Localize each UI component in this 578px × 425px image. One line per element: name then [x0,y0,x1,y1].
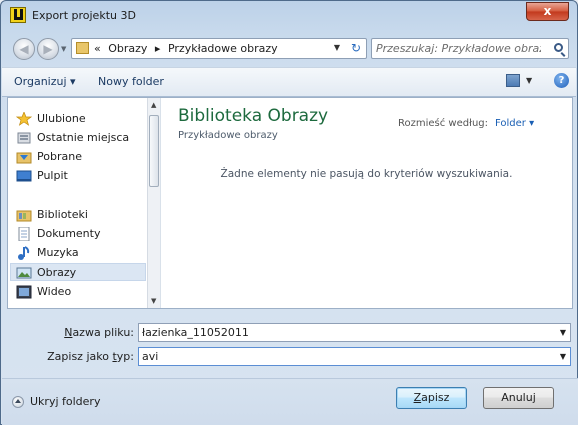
address-dropdown-icon[interactable]: ▼ [334,43,340,52]
video-icon [16,285,32,299]
arrange-by-dropdown[interactable]: Folder ▾ [495,118,534,129]
sidebar-item-libraries[interactable]: Biblioteki [16,206,146,224]
collapse-folders-icon[interactable] [12,396,24,408]
filetype-row: Zapisz jako typ: avi ▼ [1,347,578,367]
music-icon [16,246,32,260]
hide-folders-button[interactable]: Ukryj foldery [30,395,100,408]
arrange-by-label: Rozmieść według: [398,118,488,129]
dialog-footer: Ukryj foldery Zapisz Anuluj [2,378,578,425]
window-title: Export projektu 3D [32,9,136,22]
scroll-up-icon[interactable]: ▲ [151,101,156,109]
filetype-label: Zapisz jako typ: [47,350,134,363]
sidebar-item-downloads[interactable]: Pobrane [16,148,146,166]
breadcrumb-overflow[interactable]: « [94,42,101,55]
view-options-dropdown-icon[interactable]: ▼ [526,76,532,85]
sidebar-item-desktop[interactable]: Pulpit [16,167,146,185]
sidebar-item-label: Biblioteki [37,208,88,221]
back-button[interactable]: ◀ [13,38,35,60]
documents-icon [16,226,32,242]
scrollbar-thumb[interactable] [149,115,159,187]
empty-results-message: Żadne elementy nie pasują do kryteriów w… [220,168,513,180]
sidebar-item-video[interactable]: Wideo [16,283,146,301]
sidebar-item-label: Ostatnie miejsca [37,131,130,144]
export-dialog: Export projektu 3D x ◀ ▶ ▼ « Obrazy ▸ Pr… [0,0,578,425]
sidebar-scrollbar[interactable]: ▲ ▼ [147,98,160,308]
filetype-dropdown-icon[interactable]: ▼ [560,352,566,361]
app-logo-icon [10,7,26,23]
sidebar-item-music[interactable]: Muzyka [16,244,146,262]
close-button[interactable]: x [526,2,569,21]
breadcrumb: « Obrazy ▸ Przykładowe obrazy [94,42,282,55]
sidebar-item-favorites[interactable]: Ulubione [15,110,146,128]
save-button[interactable]: Zapisz [396,387,467,409]
search-box[interactable] [371,38,569,59]
sidebar-item-label: Obrazy [37,266,77,279]
sidebar-item-label: Ulubione [37,112,86,125]
recent-locations-dropdown[interactable]: ▼ [61,45,66,53]
command-bar: Organizuj ▾ Nowy folder ▼ ? [2,67,576,97]
browser-pane: Ulubione Ostatnie miejsca Pobrane Pulpit… [7,97,573,309]
sidebar-item-label: Pobrane [37,150,82,163]
filename-dropdown-icon[interactable]: ▼ [560,328,566,337]
filetype-value[interactable]: avi [142,350,158,363]
forward-button[interactable]: ▶ [37,38,59,60]
change-view-icon[interactable] [506,74,520,87]
sidebar-item-label: Pulpit [37,169,68,182]
sidebar-item-pictures[interactable]: Obrazy [10,263,146,281]
sidebar-item-documents[interactable]: Dokumenty [16,225,146,243]
filename-value[interactable]: łazienka_11052011 [142,326,249,339]
organize-menu-button[interactable]: Organizuj ▾ [14,75,76,88]
breadcrumb-obrazy[interactable]: Obrazy [108,42,147,55]
new-folder-button[interactable]: Nowy folder [98,75,164,88]
pictures-icon [16,266,32,280]
help-icon[interactable]: ? [554,73,569,88]
file-list-pane: Biblioteka Obrazy Przykładowe obrazy Roz… [161,98,572,308]
search-icon[interactable] [554,43,563,52]
breadcrumb-separator[interactable]: ▸ [155,42,161,55]
sidebar-item-label: Muzyka [37,246,79,259]
library-title: Biblioteka Obrazy [178,106,329,126]
star-icon [15,111,33,126]
cancel-button[interactable]: Anuluj [483,387,554,409]
breadcrumb-przykladowe-obrazy[interactable]: Przykładowe obrazy [168,42,278,55]
downloads-icon [16,150,32,164]
sidebar-item-label: Wideo [37,285,72,298]
navigation-bar: ◀ ▶ ▼ « Obrazy ▸ Przykładowe obrazy ▼ ↻ [9,35,571,61]
filename-row: Nazwa pliku: łazienka_11052011 ▼ [1,323,578,343]
desktop-icon [16,169,32,183]
refresh-icon[interactable]: ↻ [351,41,361,55]
search-input[interactable] [376,41,541,56]
filename-label: Nazwa pliku: [64,326,134,339]
recent-places-icon [16,131,32,145]
address-bar[interactable]: « Obrazy ▸ Przykładowe obrazy ▼ ↻ [71,38,367,59]
title-bar[interactable]: Export projektu 3D x [1,1,577,31]
sidebar-item-label: Dokumenty [37,227,101,240]
library-subtitle: Przykładowe obrazy [178,130,278,141]
filename-label-text: azwa pliku: [72,326,134,339]
scroll-down-icon[interactable]: ▼ [151,297,156,305]
navigation-pane: Ulubione Ostatnie miejsca Pobrane Pulpit… [8,98,161,308]
filename-field[interactable]: łazienka_11052011 ▼ [138,323,571,342]
folder-icon [76,42,89,54]
filetype-select[interactable]: avi ▼ [138,347,571,366]
sidebar-item-recent-places[interactable]: Ostatnie miejsca [16,129,146,147]
libraries-icon [16,208,32,222]
